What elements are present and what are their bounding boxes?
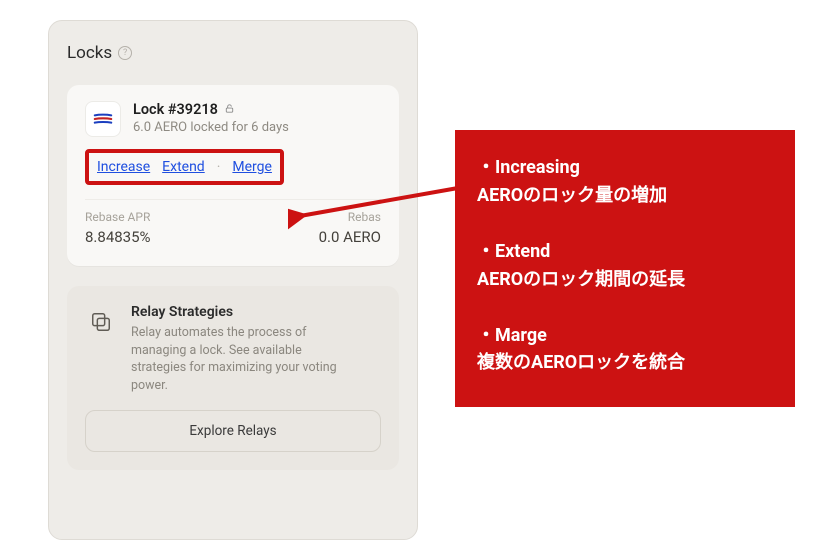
rebase-apr-label: Rebase APR	[85, 210, 151, 224]
aero-logo-icon	[85, 101, 121, 137]
annotation-extend: ・Extend AEROのロック期間の延長	[477, 238, 773, 294]
increase-link[interactable]: Increase	[97, 159, 150, 175]
annotation-increasing-head: ・Increasing	[477, 154, 773, 182]
lock-head: Lock #39218 6.0 AERO locked for 6 days	[85, 101, 381, 137]
annotation-box: ・Increasing AEROのロック量の増加 ・Extend AEROのロッ…	[455, 130, 795, 407]
separator-dot: ·	[217, 159, 221, 175]
rebase-value: 0.0 AERO	[319, 228, 381, 246]
annotation-merge-head: ・Marge	[477, 322, 773, 350]
lock-info: Lock #39218 6.0 AERO locked for 6 days	[133, 101, 289, 135]
merge-link[interactable]: Merge	[232, 159, 272, 175]
explore-relays-button[interactable]: Explore Relays	[85, 410, 381, 452]
rebase-label: Rebas	[348, 210, 381, 224]
lock-actions-box: Increase Extend · Merge	[85, 149, 284, 185]
relay-card: Relay Strategies Relay automates the pro…	[67, 286, 399, 470]
relay-title: Relay Strategies	[131, 304, 351, 320]
relay-top: Relay Strategies Relay automates the pro…	[85, 304, 381, 394]
rebase-apr-stat: Rebase APR 8.84835%	[85, 210, 151, 246]
padlock-icon	[224, 103, 235, 117]
help-icon[interactable]: ?	[118, 46, 132, 60]
panel-title: Locks	[67, 43, 112, 63]
lock-subtitle: 6.0 AERO locked for 6 days	[133, 120, 289, 135]
extend-link[interactable]: Extend	[162, 159, 205, 175]
lock-title: Lock #39218	[133, 101, 218, 118]
lock-title-row: Lock #39218	[133, 101, 289, 118]
relay-desc: Relay automates the process of managing …	[131, 324, 351, 394]
annotation-increasing: ・Increasing AEROのロック量の増加	[477, 154, 773, 210]
annotation-extend-head: ・Extend	[477, 238, 773, 266]
annotation-merge: ・Marge 複数のAEROロックを統合	[477, 322, 773, 378]
stats-row: Rebase APR 8.84835% Rebas 0.0 AERO	[85, 210, 381, 246]
relay-icon	[85, 306, 117, 338]
rebase-stat: Rebas 0.0 AERO	[319, 210, 381, 246]
annotation-extend-sub: AEROのロック期間の延長	[477, 266, 773, 294]
divider	[85, 199, 381, 200]
annotation-merge-sub: 複数のAEROロックを統合	[477, 349, 773, 377]
relay-text: Relay Strategies Relay automates the pro…	[131, 304, 351, 394]
panel-header: Locks ?	[67, 43, 399, 63]
lock-card: Lock #39218 6.0 AERO locked for 6 days I…	[67, 85, 399, 266]
annotation-increasing-sub: AEROのロック量の増加	[477, 182, 773, 210]
locks-panel: Locks ? Lock #39218	[48, 20, 418, 540]
rebase-apr-value: 8.84835%	[85, 228, 151, 246]
